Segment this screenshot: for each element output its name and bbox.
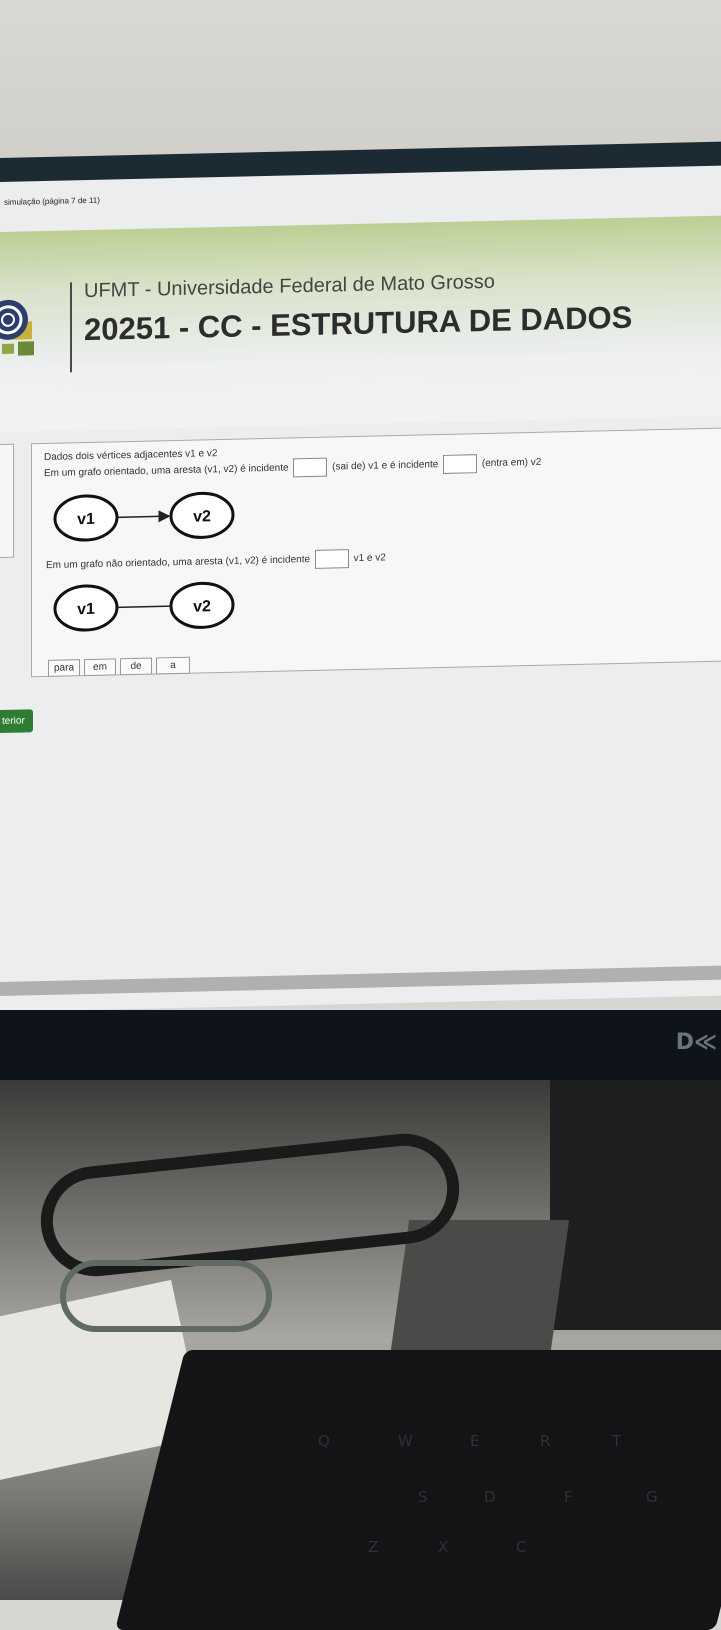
previous-page-button[interactable]: terior [0, 709, 33, 734]
option-a[interactable]: a [156, 656, 190, 675]
keyboard-key: C [516, 1538, 527, 1556]
keyboard-key: F [564, 1488, 573, 1506]
answer-options: para em de a [48, 656, 190, 677]
graph-node-v1-label: v1 [77, 601, 95, 618]
page-tab-title: simulação (página 7 de 11) [4, 195, 100, 207]
keyboard-key: W [398, 1432, 413, 1450]
answer-drop-zone-1[interactable] [293, 457, 328, 478]
option-para[interactable]: para [48, 659, 80, 677]
header-divider [70, 282, 72, 373]
graph-node-v1-label: v1 [77, 511, 95, 528]
keyboard-key: D [484, 1488, 496, 1506]
answer-drop-zone-3[interactable] [314, 549, 349, 569]
keyboard-key: S [418, 1488, 428, 1506]
keyboard-key: Q [318, 1432, 330, 1450]
unoriented-text-2: v1 e v2 [353, 552, 386, 565]
undirected-graph-diagram: v1 v2 [53, 581, 235, 632]
keyboard-key: T [612, 1432, 622, 1450]
directed-edge [117, 510, 171, 523]
key-ring [60, 1260, 272, 1332]
monitor-bezel-bottom [0, 1010, 721, 1080]
monitor-stand [550, 1070, 721, 1330]
undirected-edge [117, 605, 171, 609]
answer-drop-zone-2[interactable] [443, 454, 478, 474]
keyboard-key: X [438, 1538, 449, 1556]
question-unoriented-line: Em um grafo não orientado, uma aresta (v… [46, 548, 386, 575]
directed-graph-diagram: v1 v2 [53, 491, 235, 542]
option-de[interactable]: de [120, 657, 152, 676]
option-em[interactable]: em [84, 658, 116, 677]
monitor-screen: simulação (página 7 de 11) UFMT - Univer… [0, 165, 721, 1013]
graph-node-v2-label: v2 [193, 598, 211, 615]
university-logo-icon [0, 299, 34, 356]
navigation-side-panel [0, 443, 14, 559]
question-card: Dados dois vértices adjacentes v1 e v2 E… [31, 427, 721, 678]
oriented-text-1: Em um grafo orientado, uma aresta (v1, v… [44, 462, 289, 480]
graph-node-v2-label: v2 [193, 508, 211, 525]
keyboard-key: R [540, 1432, 551, 1450]
screen-bottom-scrollbar [0, 965, 721, 996]
oriented-text-3: (entra em) v2 [481, 456, 542, 470]
keyboard-key: E [470, 1432, 480, 1450]
keyboard-key: Z [368, 1538, 379, 1556]
oriented-text-2: (sai de) v1 e é incidente [332, 459, 439, 473]
monitor-brand-logo: D≪ [675, 1030, 717, 1055]
keyboard-key: G [646, 1488, 658, 1506]
unoriented-text-1: Em um grafo não orientado, uma aresta (v… [46, 554, 311, 572]
